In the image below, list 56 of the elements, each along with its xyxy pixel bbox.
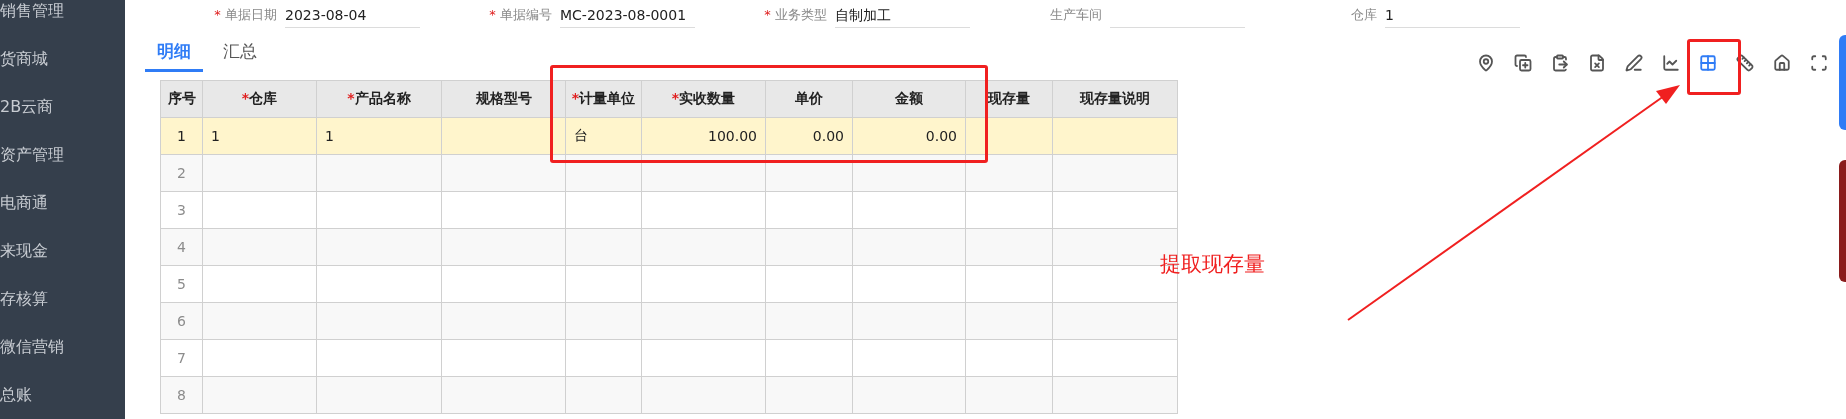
field-label: * 业务类型 — [763, 6, 827, 24]
annotation-label: 提取现存量 — [1160, 251, 1265, 278]
column-header: *实收数量 — [641, 80, 766, 118]
input-field[interactable]: 自制加工 — [835, 2, 970, 28]
input-field[interactable]: 2023-08-04 — [285, 2, 420, 28]
sidebar-item[interactable]: 总账 — [0, 383, 32, 407]
tab[interactable]: 明细 — [145, 40, 203, 72]
column-header: *产品名称 — [316, 80, 442, 118]
row-number: 4 — [160, 228, 203, 266]
input-field[interactable]: MC-2023-08-0001 — [560, 2, 695, 28]
column-header: 规格型号 — [441, 80, 566, 118]
table-cell: 100.00 — [641, 117, 766, 155]
column-header: 现存量说明 — [1052, 80, 1178, 118]
column-header: 现存量 — [965, 80, 1053, 118]
pen-icon[interactable] — [1625, 54, 1643, 72]
sidebar-item[interactable]: 销售管理 — [0, 0, 64, 23]
fullscreen-icon[interactable] — [1810, 54, 1828, 72]
clipboard-icon[interactable] — [1551, 54, 1569, 72]
table-cell: 1 — [202, 117, 317, 155]
house-icon[interactable] — [1773, 54, 1791, 72]
table-cell: 0.00 — [765, 117, 853, 155]
table-cell: 1 — [316, 117, 442, 155]
field-label: * 单据编号 — [488, 6, 552, 24]
column-header: 金额 — [852, 80, 966, 118]
column-header: *仓库 — [202, 80, 317, 118]
row-number: 8 — [160, 376, 203, 414]
column-header: *计量单位 — [565, 80, 642, 118]
field-label: 仓库 — [1350, 6, 1377, 24]
table-cell: 0.00 — [852, 117, 966, 155]
highlight-frame — [1687, 39, 1741, 95]
row-number: 3 — [160, 191, 203, 229]
field-label: 生产车间 — [1049, 6, 1102, 24]
sidebar-item[interactable]: 电商通 — [0, 191, 48, 215]
row-number: 1 — [160, 117, 203, 155]
row-number: 5 — [160, 265, 203, 303]
copy-plus-icon[interactable] — [1514, 54, 1532, 72]
row-number: 2 — [160, 154, 203, 192]
input-field[interactable]: 1 — [1385, 2, 1520, 28]
sidebar-item[interactable]: 微信营销 — [0, 335, 64, 359]
file-x-icon[interactable] — [1588, 54, 1606, 72]
row-number: 6 — [160, 302, 203, 340]
sidebar-item[interactable]: 货商城 — [0, 47, 48, 71]
column-header: 序号 — [160, 80, 203, 118]
sidebar-item[interactable]: 来现金 — [0, 239, 48, 263]
sidebar-item[interactable]: 存核算 — [0, 287, 48, 311]
tab[interactable]: 汇总 — [211, 40, 269, 72]
sidebar-item[interactable]: 资产管理 — [0, 143, 64, 167]
grid-icon[interactable] — [1699, 54, 1717, 72]
ruler-icon[interactable] — [1736, 54, 1754, 72]
column-header: 单价 — [765, 80, 853, 118]
line-chart-icon[interactable] — [1662, 54, 1680, 72]
sidebar-item[interactable]: 2B云商 — [0, 95, 54, 119]
table-cell: 台 — [565, 117, 642, 155]
row-number: 7 — [160, 339, 203, 377]
field-label: * 单据日期 — [213, 6, 277, 24]
map-pin-icon[interactable] — [1477, 54, 1495, 72]
